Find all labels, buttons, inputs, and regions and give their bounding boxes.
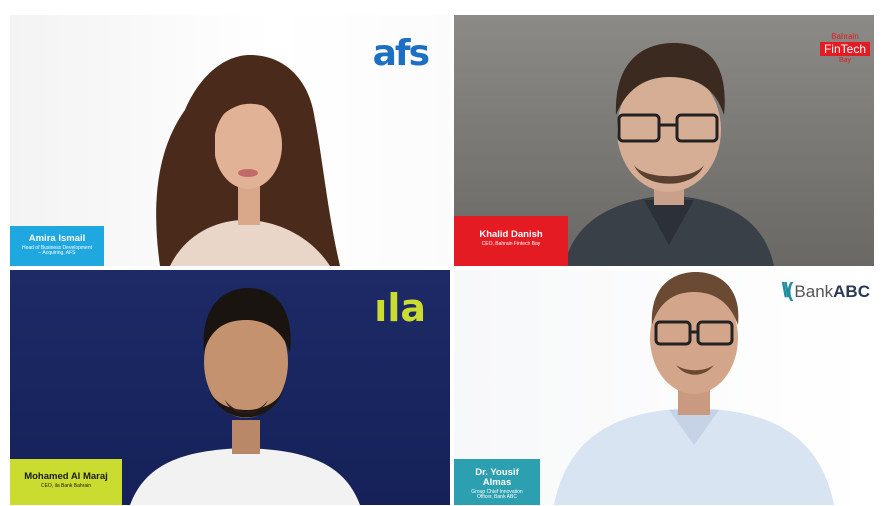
participant-name: Mohamed Al Maraj — [24, 471, 108, 482]
participant-title: Group Chief Innovation Officer, Bank ABC — [471, 488, 523, 501]
bahrain-fintech-bay-logo: Bahrain FinTech Bay — [819, 32, 870, 64]
bank-abc-word-abc: ABC — [833, 281, 870, 301]
nameplate-amira-ismail: Amira Ismail Head of Business Developmen… — [10, 226, 104, 266]
video-tile-mohamed-al-maraj[interactable]: ıla Mohamed Al Maraj CEO, ila Bank Bahra… — [10, 270, 450, 505]
participant-title: CEO, ila Bank Bahrain — [40, 482, 92, 489]
ila-logo: ıla — [374, 286, 426, 330]
logo-line-1: Bahrain — [831, 32, 859, 41]
video-grid: afs Amira Ismail Head of Business Develo… — [10, 15, 874, 505]
participant-name: Dr. Yousif Almas — [475, 467, 519, 488]
participant-name: Khalid Danish — [479, 229, 543, 240]
bank-abc-word-bank: Bank — [794, 281, 834, 301]
participant-title: CEO, Bahrain Fintech Bay — [481, 240, 541, 247]
video-tile-khalid-danish[interactable]: Bahrain FinTech Bay Khalid Danish CEO, B… — [454, 15, 874, 266]
logo-line-2: FinTech — [819, 42, 870, 56]
afs-logo: afs — [372, 33, 430, 74]
bank-abc-mark-icon: \\( — [781, 280, 794, 302]
bank-abc-logo: \\( BankABC — [782, 280, 870, 303]
nameplate-yousif-almas: Dr. Yousif Almas Group Chief Innovation … — [454, 459, 540, 505]
video-tile-yousif-almas[interactable]: \\( BankABC Dr. Yousif Almas Group Chief… — [454, 270, 874, 505]
video-tile-amira-ismail[interactable]: afs Amira Ismail Head of Business Develo… — [10, 15, 450, 266]
logo-line-3: Bay — [838, 57, 852, 64]
participant-name: Amira Ismail — [28, 233, 86, 244]
participant-title: Head of Business Development – Acquiring… — [21, 244, 93, 257]
nameplate-khalid-danish: Khalid Danish CEO, Bahrain Fintech Bay — [454, 216, 568, 266]
nameplate-mohamed-al-maraj: Mohamed Al Maraj CEO, ila Bank Bahrain — [10, 459, 122, 505]
